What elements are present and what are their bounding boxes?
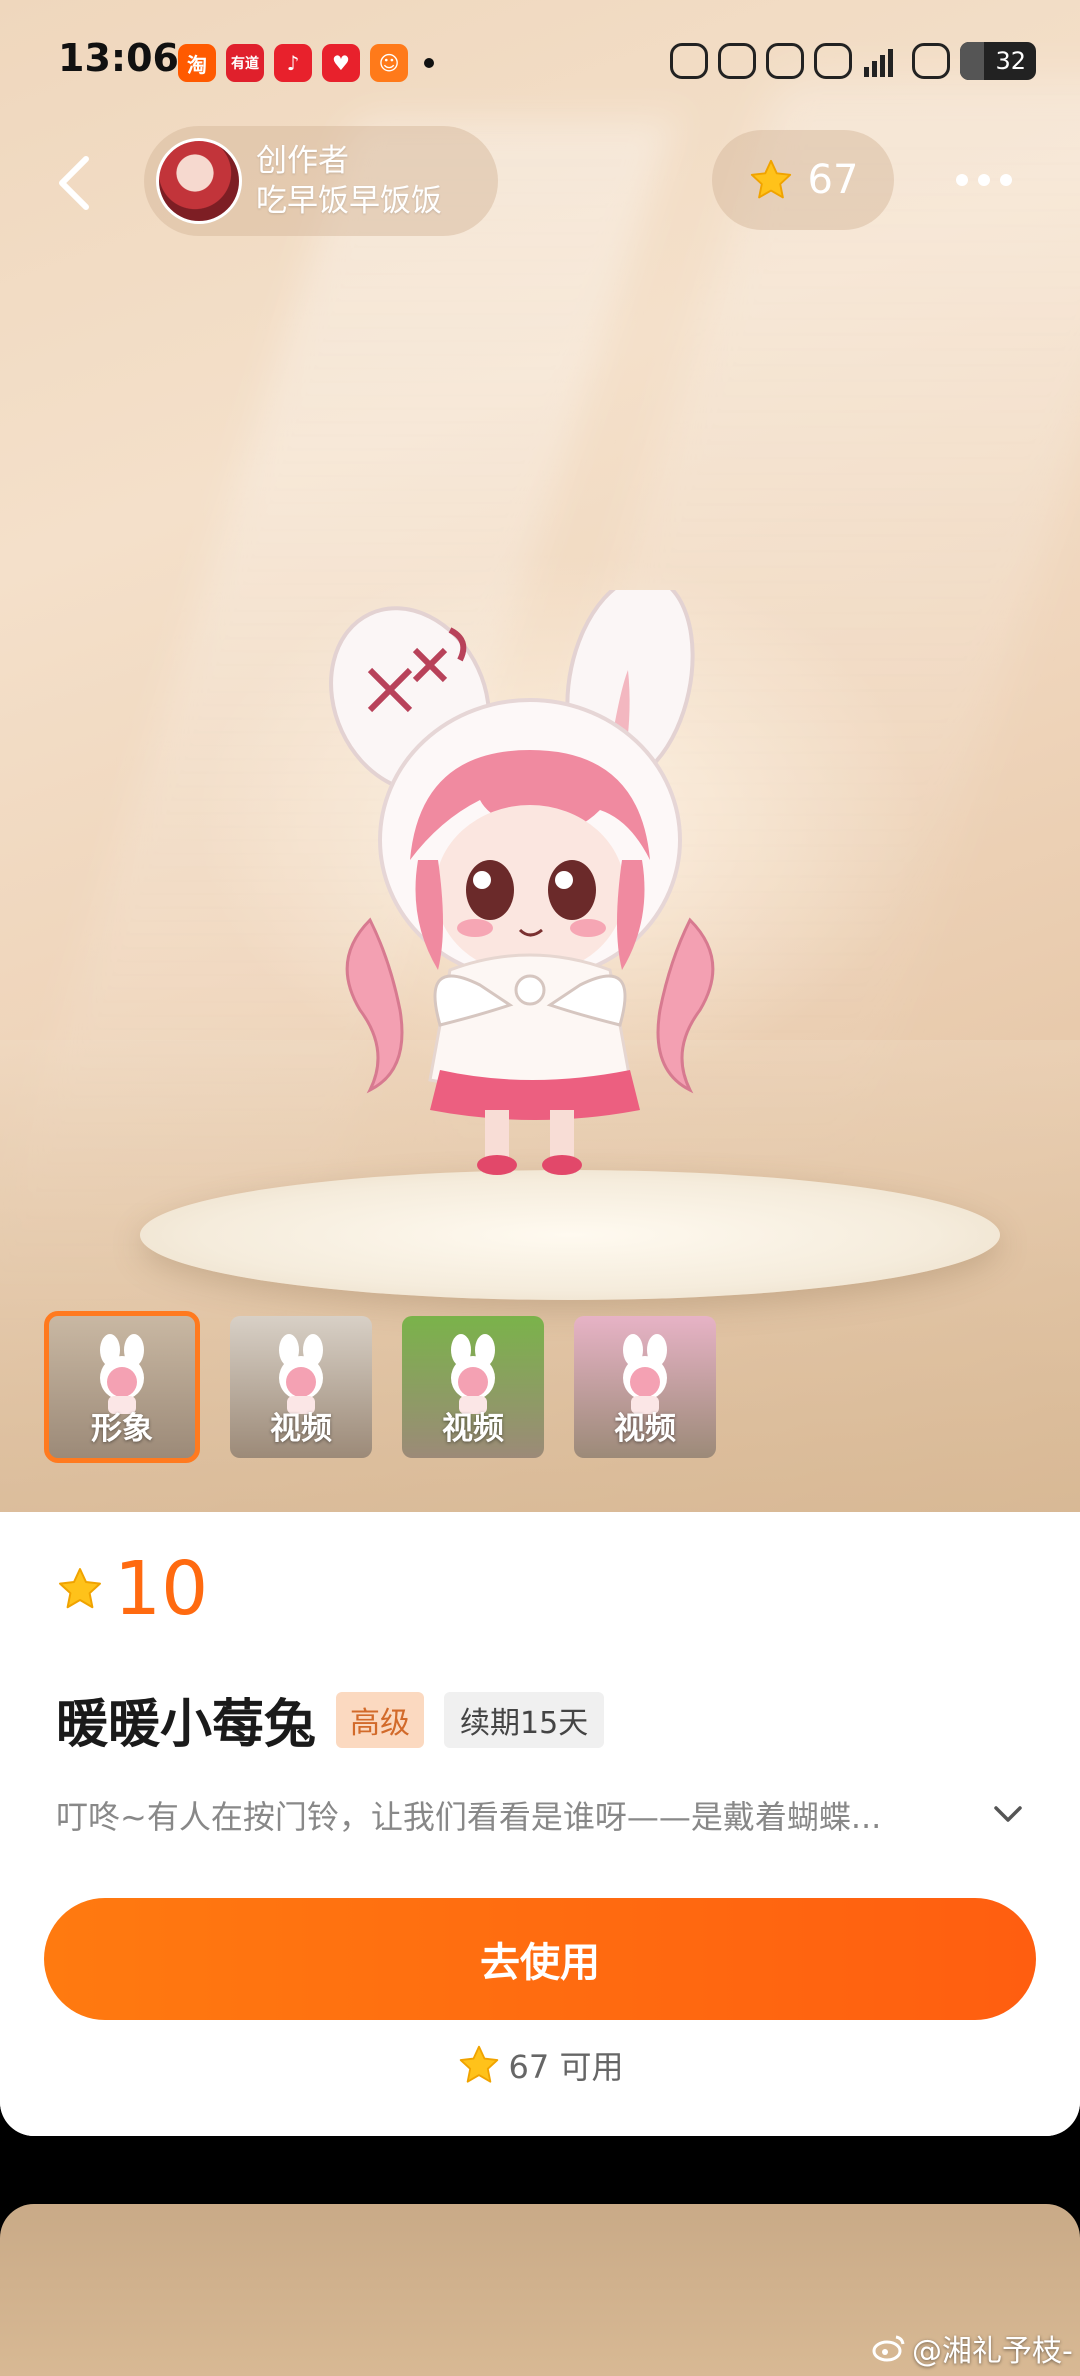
chevron-down-icon[interactable] xyxy=(990,1796,1026,1832)
thumbnail-3[interactable]: 视频 xyxy=(402,1316,544,1458)
thumbnail-4[interactable]: 视频 xyxy=(574,1316,716,1458)
star-coin-icon xyxy=(59,1568,101,1609)
more-dot-icon xyxy=(978,174,990,186)
status-face-icon xyxy=(670,43,708,79)
more-notifications-dot xyxy=(424,58,434,68)
bunny-character-figure[interactable] xyxy=(300,590,780,1200)
product-title: 暖暖小莓兔 xyxy=(56,1695,317,1755)
more-options-button[interactable] xyxy=(946,150,1022,210)
creator-chip[interactable]: 创作者 吃早饭早饭饭 xyxy=(144,126,498,236)
price-value: 10 xyxy=(114,1546,209,1632)
level-tag: 高级 xyxy=(336,1691,425,1748)
watermark: @湘礼予枝- xyxy=(872,2326,1073,2370)
creator-name: 吃早饭早饭饭 xyxy=(256,183,442,219)
creator-avatar xyxy=(156,138,242,224)
system-icons: 32 xyxy=(670,42,1036,80)
health-icon: ♥ xyxy=(322,44,360,82)
battery-indicator: 32 xyxy=(960,42,1036,80)
fitness-icon: ☺ xyxy=(370,44,408,82)
more-dot-icon xyxy=(1000,174,1012,186)
renewal-term-tag: 续期15天 xyxy=(444,1691,605,1748)
back-button[interactable] xyxy=(46,148,102,218)
taobao-icon: 淘 xyxy=(178,44,216,82)
title-row: 暖暖小莓兔 高级 续期15天 xyxy=(56,1682,605,1757)
watermark-text: @湘礼予枝- xyxy=(912,2334,1073,2369)
thumbnail-label: 视频 xyxy=(270,1411,332,1447)
chevron-left-icon xyxy=(59,156,89,210)
star-coin-icon xyxy=(459,2045,498,2083)
available-balance: 67 可用 xyxy=(0,2042,1080,2088)
coin-balance: 67 xyxy=(807,157,859,203)
product-card: 13:06 淘 有道 ♪ ♥ ☺ 32 创作者 吃早饭早饭饭 67 形象 视频 … xyxy=(0,0,1080,2136)
thumbnail-label: 形象 xyxy=(91,1411,153,1447)
available-text: 67 可用 xyxy=(508,2048,624,2086)
status-time: 13:06 xyxy=(58,36,179,80)
thumbnail-2[interactable]: 视频 xyxy=(230,1316,372,1458)
notification-icons: 淘 有道 ♪ ♥ ☺ xyxy=(178,44,434,82)
price-row: 10 xyxy=(56,1552,208,1626)
status-pet-icon xyxy=(912,43,950,79)
status-bear-icon xyxy=(766,43,804,79)
status-bar: 13:06 淘 有道 ♪ ♥ ☺ 32 xyxy=(0,0,1080,120)
status-cat-icon xyxy=(718,43,756,79)
more-dot-icon xyxy=(956,174,968,186)
status-dog-icon xyxy=(814,43,852,79)
music-icon: ♪ xyxy=(274,44,312,82)
signal-icon xyxy=(864,49,893,77)
thumbnail-label: 视频 xyxy=(614,1411,676,1447)
battery-level: 32 xyxy=(995,47,1026,75)
battery-fill xyxy=(960,42,985,80)
thumbnail-1[interactable]: 形象 xyxy=(44,1311,200,1463)
youdao-icon: 有道 xyxy=(226,44,264,82)
product-info-panel: 10 暖暖小莓兔 高级 续期15天 叮咚~有人在按门铃，让我们看看是谁呀——是戴… xyxy=(0,1512,1080,2136)
media-thumbnails: 形象 视频 视频 视频 xyxy=(44,1311,716,1463)
creator-label: 创作者 xyxy=(256,143,349,179)
thumbnail-label: 视频 xyxy=(442,1411,504,1447)
avatar-preview-stage xyxy=(0,0,1080,1512)
star-coin-icon xyxy=(750,159,791,199)
coin-balance-pill[interactable]: 67 xyxy=(712,130,894,230)
weibo-icon xyxy=(872,2335,905,2362)
product-description: 叮咚~有人在按门铃，让我们看看是谁呀——是戴着蝴蝶... xyxy=(56,1798,882,1836)
use-button[interactable]: 去使用 xyxy=(44,1898,1036,2020)
